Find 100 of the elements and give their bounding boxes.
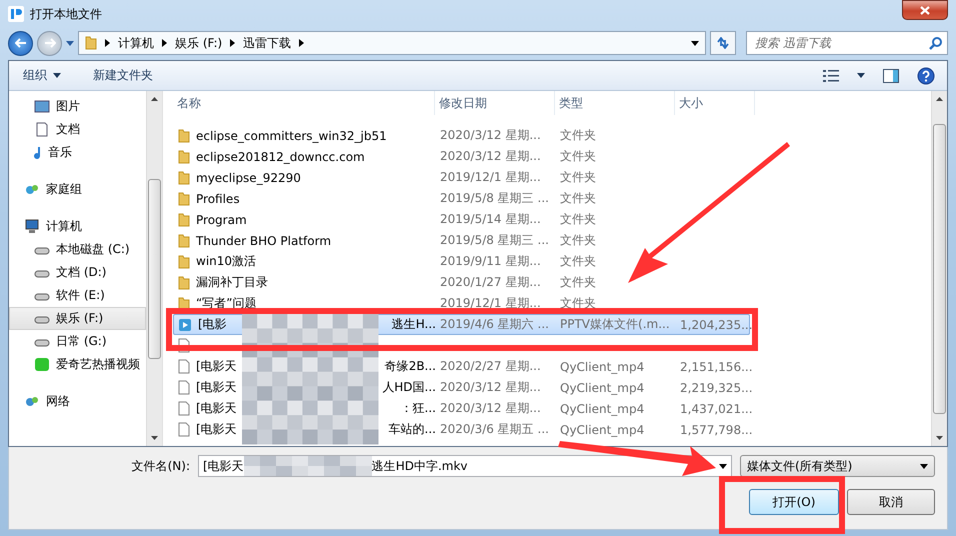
file-row[interactable]: win10激活 2019/9/11 星期... 文件夹: [173, 251, 750, 272]
caret-icon: [53, 73, 61, 78]
folder-icon: [178, 150, 190, 164]
breadcrumb-arrow-icon[interactable]: [105, 39, 110, 47]
modified-date: 2020/1/27 星期...: [440, 274, 541, 291]
back-arrow-icon: [14, 38, 26, 48]
column-header[interactable]: 修改日期: [439, 94, 487, 112]
window-title: 打开本地文件: [30, 6, 102, 22]
dropdown-caret-icon[interactable]: [691, 40, 699, 46]
folder-icon: [178, 234, 190, 248]
file-type: 文件夹: [560, 211, 596, 228]
file-icon: [178, 380, 190, 395]
organize-menu-button[interactable]: 组织: [21, 65, 63, 86]
back-button[interactable]: [8, 30, 33, 56]
breadcrumb-arrow-icon[interactable]: [230, 39, 236, 47]
file-type: 文件夹: [560, 148, 596, 165]
breadcrumb-arrow-icon[interactable]: [299, 39, 304, 47]
file-name: 逃生H...: [392, 316, 436, 333]
folder-icon: [178, 296, 190, 310]
breadcrumb[interactable]: 迅雷下载: [243, 34, 292, 52]
address-bar[interactable]: 计算机 娱乐 (F:) 迅雷下载: [78, 31, 706, 55]
column-header[interactable]: 大小: [679, 94, 703, 112]
scroll-up-icon[interactable]: [151, 97, 158, 101]
folder-icon: [178, 276, 190, 290]
file-name: 车站的...: [388, 421, 436, 438]
help-icon[interactable]: [917, 66, 935, 84]
breadcrumb-arrow-icon[interactable]: [162, 39, 167, 47]
nav-item[interactable]: 网络: [9, 390, 146, 413]
refresh-button[interactable]: [710, 31, 736, 55]
nav-item[interactable]: 本地磁盘 (C:): [9, 238, 146, 261]
file-type: 文件夹: [560, 253, 596, 270]
file-type: 文件夹: [560, 274, 596, 291]
modified-date: 2020/3/12 星期...: [440, 127, 541, 144]
nav-item[interactable]: 音乐: [9, 141, 146, 164]
modified-date: 2020/3/12 星期...: [440, 148, 541, 165]
file-row[interactable]: [电影天 车站的... 2020/3/6 星期五 ... QyClient_mp4 1,577,798...: [173, 419, 750, 440]
folder-icon: [178, 170, 190, 184]
nav-item[interactable]: 文档: [9, 118, 146, 141]
preview-pane-icon[interactable]: [883, 68, 899, 82]
refresh-icon: [716, 37, 730, 49]
modified-date: 2019/4/6 星期六 ...: [440, 316, 549, 333]
scrollbar[interactable]: [931, 91, 947, 446]
dropdown-caret-icon[interactable]: [719, 464, 727, 468]
nav-item[interactable]: 软件 (E:): [9, 284, 146, 307]
breadcrumb[interactable]: 娱乐 (F:): [175, 34, 222, 52]
scroll-down-icon[interactable]: [936, 436, 943, 440]
caret-icon[interactable]: [857, 73, 865, 78]
file-row[interactable]: 漏洞补丁目录 2020/1/27 星期... 文件夹: [173, 272, 750, 293]
file-name: [电影天: [196, 358, 237, 375]
file-row[interactable]: myeclipse_92290 2019/12/1 星期... 文件夹: [173, 167, 750, 188]
breadcrumb[interactable]: 计算机: [118, 34, 154, 52]
modified-date: 2019/9/11 星期...: [440, 253, 541, 270]
file-row[interactable]: Thunder BHO Platform 2019/5/8 星期三 ... 文件夹: [173, 230, 750, 251]
column-header[interactable]: 名称: [177, 94, 201, 112]
file-name: [电影天: [196, 421, 237, 438]
nav-item[interactable]: 娱乐 (F:): [9, 307, 146, 330]
music-note-icon: [34, 146, 42, 160]
column-header[interactable]: 类型: [559, 94, 583, 112]
file-size: 2,151,156...: [680, 360, 753, 374]
file-name: 奇缘2B...: [384, 358, 436, 375]
file-icon: [178, 422, 190, 437]
scrollbar[interactable]: [146, 91, 162, 446]
scroll-down-icon[interactable]: [151, 436, 158, 440]
file-type: QyClient_mp4: [560, 380, 644, 394]
nav-item[interactable]: 家庭组: [9, 178, 146, 201]
modified-date: 2020/3/12 星期...: [440, 400, 541, 417]
file-row[interactable]: Program 2019/5/14 星期... 文件夹: [173, 209, 750, 230]
folder-icon: [178, 192, 190, 206]
file-name: eclipse201812_downcc.com: [196, 150, 365, 164]
nav-item[interactable]: 图片: [9, 95, 146, 118]
file-row[interactable]: eclipse201812_downcc.com 2020/3/12 星期... 文件夹: [173, 146, 750, 167]
file-type: 文件夹: [560, 190, 596, 207]
file-type: 文件夹: [560, 127, 596, 144]
file-row[interactable]: Profiles 2019/5/8 星期三 ... 文件夹: [173, 188, 750, 209]
new-folder-button[interactable]: 新建文件夹: [91, 65, 155, 86]
nav-item[interactable]: 日常 (G:): [9, 330, 146, 353]
nav-item[interactable]: 计算机: [9, 215, 146, 238]
view-list-icon[interactable]: [823, 68, 839, 82]
file-type: QyClient_mp4: [560, 422, 644, 436]
modified-date: 2020/3/6 星期五 ...: [440, 421, 549, 438]
search-icon[interactable]: [929, 36, 943, 50]
file-name: [电影: [198, 316, 227, 333]
file-row[interactable]: [电影天 奇缘2B... 2020/2/27 星期... QyClient_mp4 2,151,156...: [173, 356, 750, 377]
file-row[interactable]: eclipse_committers_win32_jb51 2020/3/12 星期... 文件夹: [173, 125, 750, 146]
modified-date: 2020/2/27 星期...: [440, 358, 541, 375]
cancel-button[interactable]: 取消: [847, 489, 935, 515]
open-button[interactable]: 打开(O): [749, 489, 839, 515]
nav-item[interactable]: 文档 (D:): [9, 261, 146, 284]
scroll-up-icon[interactable]: [936, 97, 943, 101]
file-row[interactable]: [电影天 人HD国... 2020/3/12 星期... QyClient_mp4 2,219,325...: [173, 377, 750, 398]
close-button[interactable]: [902, 0, 948, 20]
dropdown-caret-icon: [920, 464, 928, 468]
file-type: QyClient_mp4: [560, 402, 644, 416]
file-type: 文件夹: [560, 169, 596, 186]
file-row[interactable]: [电影天 ：狂... 2020/3/12 星期... QyClient_mp4 1,437,021...: [173, 398, 750, 419]
nav-item[interactable]: 爱奇艺热播视频: [9, 353, 146, 376]
file-size: 1,204,235...: [680, 318, 753, 332]
file-type-dropdown[interactable]: 媒体文件(所有类型): [740, 455, 935, 477]
file-name-field[interactable]: [电影天 逃生HD中字.mkv: [198, 455, 732, 477]
search-field[interactable]: 搜索 迅雷下载: [746, 31, 948, 55]
